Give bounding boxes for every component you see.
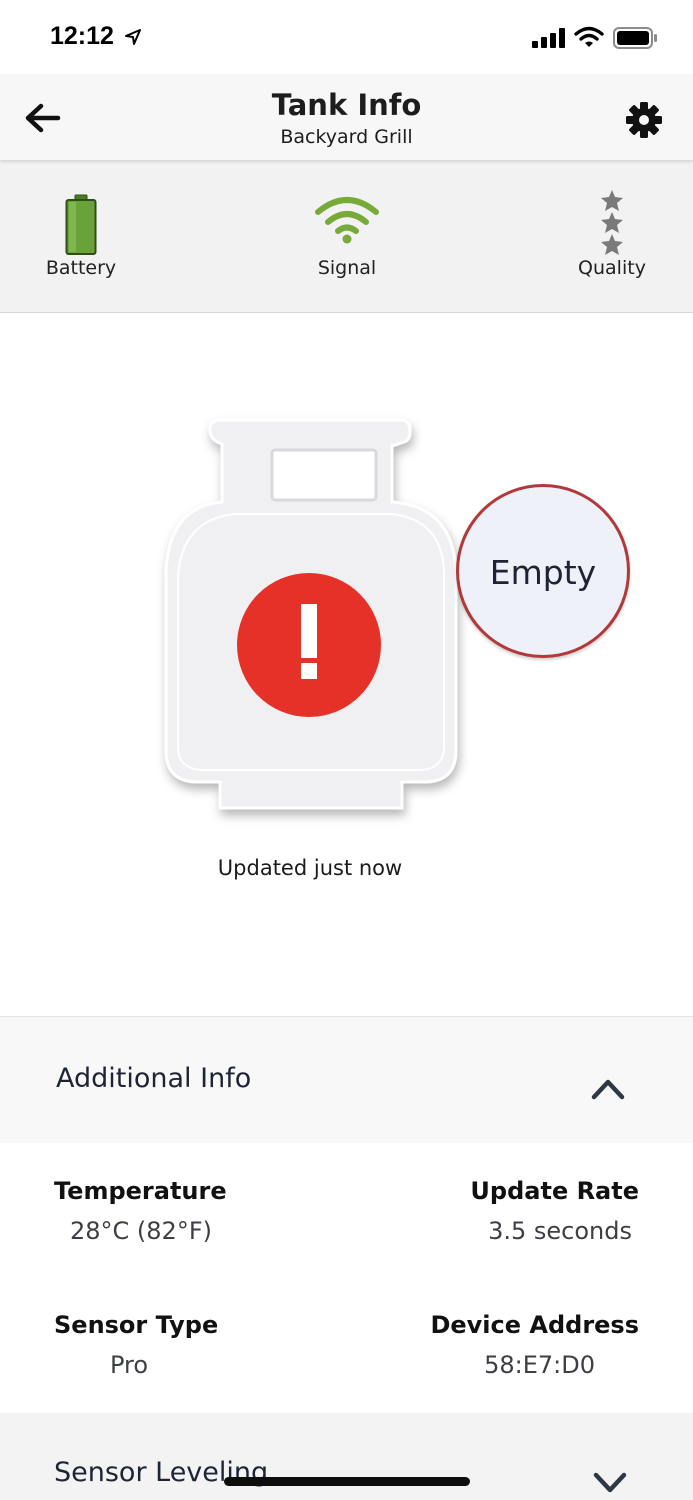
quality-stars-icon <box>601 190 623 255</box>
device-address-label: Device Address <box>430 1311 639 1339</box>
cellular-signal-icon <box>532 28 565 48</box>
chevron-down-icon[interactable] <box>592 1471 628 1495</box>
additional-info-panel: Temperature 28°C (82°F) Update Rate 3.5 … <box>0 1143 693 1413</box>
location-arrow-icon <box>125 29 141 45</box>
page-subtitle: Backyard Grill <box>280 126 413 148</box>
battery-metric: Battery <box>30 160 132 312</box>
quality-label: Quality <box>578 257 646 279</box>
propane-tank-graphic <box>164 418 458 810</box>
sensor-type-label: Sensor Type <box>54 1311 219 1339</box>
sensor-type-value: Pro <box>110 1351 149 1379</box>
update-rate-label: Update Rate <box>470 1177 639 1205</box>
nav-bar: Tank Info Backyard Grill <box>0 74 693 160</box>
tank-status-badge: Empty <box>456 484 630 658</box>
metrics-bar: Battery Signal Quality <box>0 160 693 313</box>
additional-info-title: Additional Info <box>56 1063 252 1094</box>
gear-icon[interactable] <box>624 100 664 140</box>
update-rate-value: 3.5 seconds <box>488 1217 632 1245</box>
home-indicator[interactable] <box>224 1477 470 1486</box>
wifi-status-icon <box>574 26 604 47</box>
device-address-value: 58:E7:D0 <box>484 1351 595 1379</box>
updated-timestamp: Updated just now <box>217 856 403 880</box>
signal-label: Signal <box>317 257 377 279</box>
additional-info-header[interactable]: Additional Info <box>0 1016 693 1144</box>
temperature-label: Temperature <box>54 1177 227 1205</box>
quality-metric: Quality <box>561 160 663 312</box>
status-bar: 12:12 <box>0 0 693 74</box>
battery-status-icon <box>613 27 657 49</box>
wifi-signal-icon <box>315 197 379 244</box>
battery-icon <box>65 194 97 255</box>
tank-status-label: Empty <box>489 553 597 592</box>
signal-metric: Signal <box>296 160 398 312</box>
sensor-leveling-header[interactable]: Sensor Leveling <box>0 1413 693 1500</box>
temperature-value: 28°C (82°F) <box>70 1217 212 1245</box>
exclamation-icon <box>237 573 381 717</box>
page-title: Tank Info <box>271 88 422 122</box>
status-time: 12:12 <box>50 22 114 50</box>
battery-label: Battery <box>45 257 117 279</box>
chevron-up-icon[interactable] <box>590 1077 626 1101</box>
